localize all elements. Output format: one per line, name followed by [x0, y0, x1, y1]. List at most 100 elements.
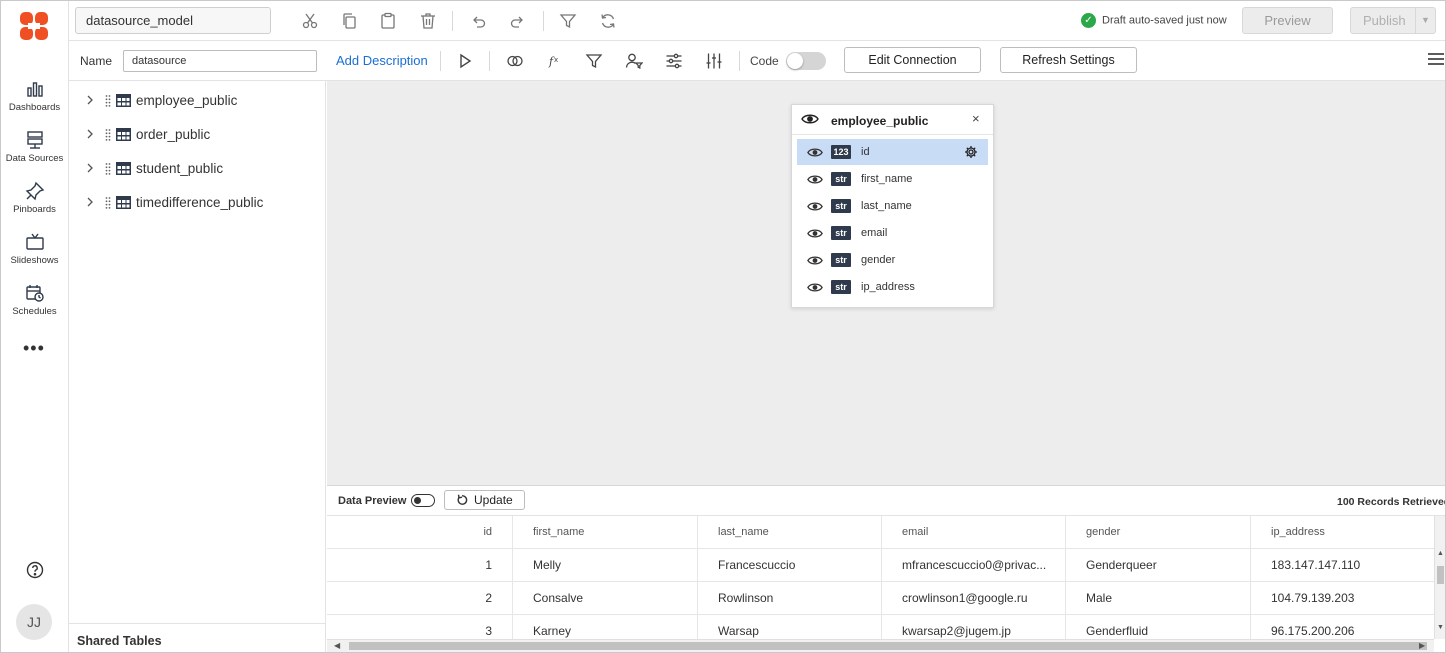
user-filter-icon[interactable]: [625, 52, 643, 70]
drag-handle-icon[interactable]: [105, 94, 111, 108]
toolbar-divider: [739, 51, 740, 71]
column-row[interactable]: 123 id: [797, 139, 988, 165]
chevron-down-icon[interactable]: ▼: [1415, 8, 1435, 33]
eye-icon[interactable]: [807, 174, 823, 185]
column-row[interactable]: str last_name: [797, 193, 988, 219]
nav-slideshows[interactable]: Slideshows: [1, 232, 68, 266]
nav-data-sources[interactable]: Data Sources: [1, 130, 68, 164]
publish-button[interactable]: Publish ▼: [1350, 7, 1436, 34]
nav-pinboards[interactable]: Pinboards: [1, 181, 68, 215]
chevron-right-icon[interactable]: [85, 128, 95, 140]
function-icon[interactable]: f x: [546, 52, 564, 70]
eye-icon[interactable]: [801, 113, 819, 125]
help-icon[interactable]: [26, 561, 44, 579]
drag-handle-icon[interactable]: [105, 162, 111, 176]
scroll-left-icon[interactable]: ◀: [334, 641, 340, 650]
paste-icon[interactable]: [379, 12, 397, 30]
column-header[interactable]: id: [327, 516, 513, 549]
column-header[interactable]: first_name: [513, 516, 698, 549]
column-header[interactable]: gender: [1066, 516, 1251, 549]
column-name: email: [861, 227, 888, 239]
model-toolbar: Name Add Description f x Code: [69, 41, 1445, 81]
shared-tables-header[interactable]: Shared Tables: [69, 623, 325, 652]
publish-label: Publish: [1363, 13, 1406, 28]
model-canvas[interactable]: employee_public × 123 id str first_name …: [327, 81, 1445, 485]
undo-icon[interactable]: [469, 12, 487, 30]
table-cell: mfrancescuccio0@privac...: [882, 549, 1066, 582]
model-name-field[interactable]: datasource_model: [75, 7, 271, 34]
eye-icon[interactable]: [807, 147, 823, 158]
scroll-right-icon[interactable]: ▶: [1419, 641, 1425, 650]
chevron-right-icon[interactable]: [85, 94, 95, 106]
scrollbar-thumb[interactable]: [349, 642, 1427, 650]
left-navigation: Dashboards Data Sources Pinboards Slides…: [1, 1, 69, 652]
update-button[interactable]: Update: [444, 490, 525, 510]
data-preview-bar: Data Preview Update 100 Records Retrieve…: [327, 485, 1445, 516]
vertical-sliders-icon[interactable]: [705, 52, 723, 70]
column-row[interactable]: str ip_address: [797, 274, 988, 300]
preview-button[interactable]: Preview: [1242, 7, 1333, 34]
tree-item-timedifference-public[interactable]: timedifference_public: [69, 191, 325, 215]
join-icon[interactable]: [506, 52, 524, 70]
filter-icon[interactable]: [585, 52, 603, 70]
more-icon[interactable]: •••: [23, 338, 45, 359]
table-tree-panel: employee_public order_public student_pub…: [69, 81, 326, 652]
tree-item-student-public[interactable]: student_public: [69, 157, 325, 181]
cut-icon[interactable]: [301, 12, 319, 30]
table-card-employee-public[interactable]: employee_public × 123 id str first_name …: [791, 104, 994, 308]
scroll-down-icon[interactable]: ▼: [1437, 624, 1444, 631]
grid-header-row: id first_name last_name email gender ip_…: [327, 516, 1434, 549]
chevron-right-icon[interactable]: [85, 196, 95, 208]
redo-icon[interactable]: [509, 12, 527, 30]
column-header[interactable]: last_name: [698, 516, 882, 549]
column-row[interactable]: str first_name: [797, 166, 988, 192]
tree-item-employee-public[interactable]: employee_public: [69, 89, 325, 113]
column-row[interactable]: str email: [797, 220, 988, 246]
delete-icon[interactable]: [419, 12, 437, 30]
refresh-settings-button[interactable]: Refresh Settings: [1000, 47, 1137, 73]
play-icon[interactable]: [456, 52, 474, 70]
column-header[interactable]: ip_address: [1251, 516, 1434, 549]
code-toggle[interactable]: [786, 52, 826, 70]
drag-handle-icon[interactable]: [105, 196, 111, 210]
table-icon: [116, 162, 131, 175]
edit-connection-button[interactable]: Edit Connection: [844, 47, 981, 73]
close-icon[interactable]: ×: [972, 111, 980, 126]
vertical-scrollbar[interactable]: ▲ ▼: [1434, 516, 1445, 639]
eye-icon[interactable]: [807, 255, 823, 266]
eye-icon[interactable]: [807, 201, 823, 212]
filter-icon[interactable]: [559, 12, 577, 30]
nav-dashboards[interactable]: Dashboards: [1, 79, 68, 113]
hamburger-menu-icon[interactable]: [1427, 51, 1445, 67]
table-name: order_public: [136, 127, 211, 142]
table-name: student_public: [136, 161, 224, 176]
eye-icon[interactable]: [807, 282, 823, 293]
table-cell: Francescuccio: [698, 549, 882, 582]
table-cell: kwarsap2@jugem.jp: [882, 615, 1066, 639]
settings-sliders-icon[interactable]: [665, 52, 683, 70]
top-toolbar: datasource_model ✓ Draft auto-saved just …: [69, 1, 1445, 41]
scrollbar-thumb[interactable]: [1437, 566, 1444, 584]
chevron-right-icon[interactable]: [85, 162, 95, 174]
copy-icon[interactable]: [340, 12, 358, 30]
datasource-name-input[interactable]: [123, 50, 317, 72]
data-preview-toggle[interactable]: [411, 494, 435, 507]
gear-icon[interactable]: [964, 145, 978, 159]
column-header[interactable]: email: [882, 516, 1066, 549]
refresh-icon: [457, 494, 468, 505]
nav-label: Data Sources: [5, 153, 64, 164]
nav-schedules[interactable]: Schedules: [1, 283, 68, 317]
user-avatar[interactable]: JJ: [16, 604, 52, 640]
app-logo-icon[interactable]: [19, 10, 49, 42]
horizontal-scrollbar[interactable]: ◀ ▶: [327, 639, 1434, 652]
refresh-icon[interactable]: [599, 12, 617, 30]
add-description-link[interactable]: Add Description: [336, 53, 428, 68]
eye-icon[interactable]: [807, 228, 823, 239]
drag-handle-icon[interactable]: [105, 128, 111, 142]
toolbar-divider: [452, 11, 453, 31]
tree-item-order-public[interactable]: order_public: [69, 123, 325, 147]
column-row[interactable]: str gender: [797, 247, 988, 273]
update-label: Update: [474, 493, 513, 507]
scroll-up-icon[interactable]: ▲: [1437, 550, 1444, 557]
autosave-status: ✓ Draft auto-saved just now: [1081, 13, 1227, 29]
